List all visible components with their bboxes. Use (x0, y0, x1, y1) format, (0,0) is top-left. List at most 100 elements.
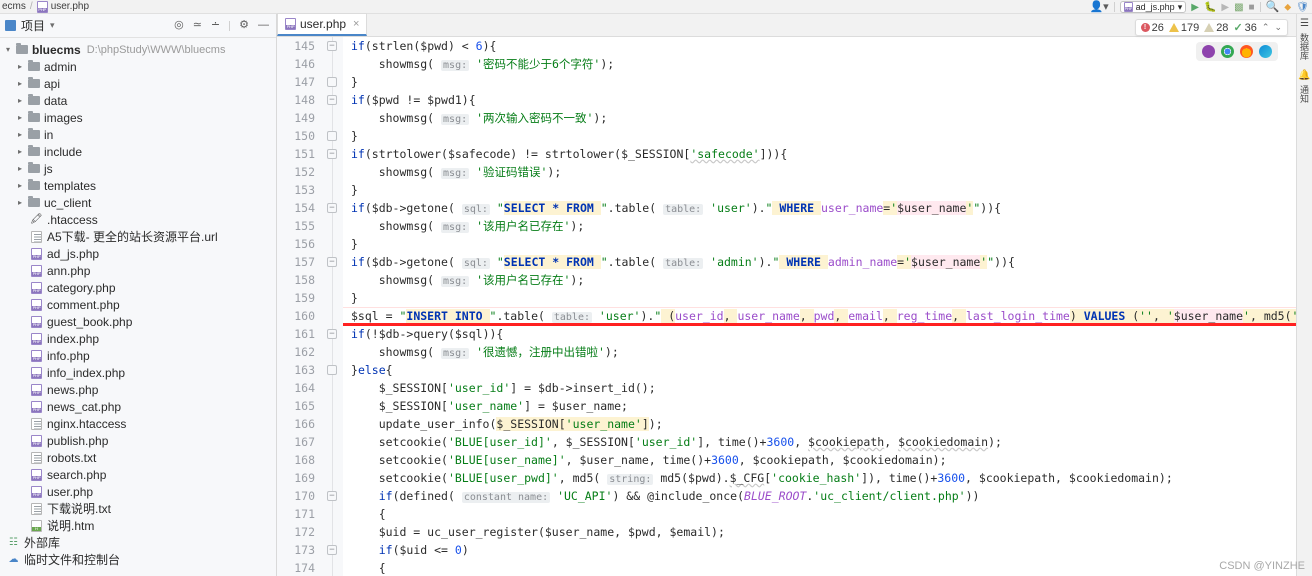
fold-end-icon[interactable] (327, 131, 337, 141)
tree-node-folder[interactable]: ▸ templates (0, 177, 276, 194)
chevron-right-icon[interactable]: ▸ (14, 164, 26, 173)
tree-node-file[interactable]: nginx.htaccess (0, 415, 276, 432)
chevron-right-icon[interactable]: ▸ (14, 96, 26, 105)
project-tree[interactable]: ▾ bluecms D:\phpStudy\WWW\bluecms ▸ admin… (0, 38, 276, 576)
tree-node-file[interactable]: robots.txt (0, 449, 276, 466)
browser-launch-bar[interactable] (1196, 42, 1278, 61)
tree-node-file[interactable]: PHP search.php (0, 466, 276, 483)
code-line[interactable]: if(strlen($pwd) < 6){ (351, 37, 1312, 55)
code-line[interactable]: if($uid <= 0) (351, 541, 1312, 559)
tree-node-file[interactable]: PHP comment.php (0, 296, 276, 313)
code-line[interactable]: showmsg( msg: '密码不能少于6个字符'); (351, 55, 1312, 73)
weak-warning-count-badge[interactable]: 28 (1204, 22, 1228, 34)
tree-node-file[interactable]: PHP info.php (0, 347, 276, 364)
chevron-right-icon[interactable]: ▸ (14, 181, 26, 190)
tree-node-file[interactable]: PHP news_cat.php (0, 398, 276, 415)
code-line[interactable]: if($db->getone( sql: "SELECT * FROM ".ta… (351, 199, 1312, 217)
inspection-widget[interactable]: ! 26 179 28 ✓ 36 ⌃ ⌄ (1134, 19, 1288, 36)
tree-node-folder[interactable]: ▸ api (0, 75, 276, 92)
fold-collapse-icon[interactable]: − (327, 95, 337, 105)
search-icon[interactable]: 🔍 (1266, 1, 1280, 13)
chevron-right-icon[interactable]: ▸ (14, 113, 26, 122)
code-line[interactable]: { (351, 505, 1312, 523)
chevron-right-icon[interactable]: ▸ (14, 62, 26, 71)
code-line[interactable]: if($pwd != $pwd1){ (351, 91, 1312, 109)
profile-icon[interactable]: ▩ (1234, 2, 1243, 13)
chevron-right-icon[interactable]: ▸ (14, 79, 26, 88)
chevron-right-icon[interactable]: ▸ (14, 147, 26, 156)
close-icon[interactable]: × (353, 18, 359, 30)
tree-node-folder[interactable]: ▸ js (0, 160, 276, 177)
tree-node-scratches[interactable]: ☁ 临时文件和控制台 (0, 551, 276, 568)
updates-icon[interactable]: ⬥ (1284, 2, 1291, 13)
code-line[interactable]: $_SESSION['user_id'] = $db->insert_id(); (351, 379, 1312, 397)
code-line[interactable]: showmsg( msg: '两次输入密码不一致'); (351, 109, 1312, 127)
expand-all-icon[interactable]: ≃ (193, 20, 202, 31)
tree-node-file[interactable]: PHP news.php (0, 381, 276, 398)
breadcrumb-project[interactable]: ecms (2, 1, 26, 12)
locate-icon[interactable]: ◎ (174, 20, 184, 31)
code-line[interactable]: if(defined( constant name: 'UC_API') && … (351, 487, 1312, 505)
code-line[interactable]: update_user_info($_SESSION['user_name'])… (351, 415, 1312, 433)
stop-icon[interactable]: ■ (1249, 2, 1255, 13)
firefox-dev-icon[interactable] (1202, 45, 1215, 58)
chevron-right-icon[interactable]: ▸ (14, 130, 26, 139)
bell-icon[interactable]: 🔔 (1298, 70, 1310, 81)
tree-node-file[interactable]: PHP ann.php (0, 262, 276, 279)
code-line[interactable]: if($db->getone( sql: "SELECT * FROM ".ta… (351, 253, 1312, 271)
collapse-all-icon[interactable]: ∸ (211, 20, 220, 31)
tree-node-file[interactable]: PHP user.php (0, 483, 276, 500)
code-line[interactable]: setcookie('BLUE[user_id]', $_SESSION['us… (351, 433, 1312, 451)
run-configuration-selector[interactable]: PHP ad_js.php ▾ (1119, 1, 1187, 13)
warning-count-badge[interactable]: 179 (1168, 22, 1199, 34)
database-icon[interactable]: ☰ (1300, 18, 1309, 29)
firefox-icon[interactable] (1240, 45, 1253, 58)
run-coverage-icon[interactable]: ▶ (1221, 2, 1229, 13)
tree-node-file[interactable]: PHP publish.php (0, 432, 276, 449)
chevron-down-icon[interactable]: ▾ (50, 20, 55, 31)
right-rail-item-notifications[interactable]: 通知 (1298, 85, 1311, 103)
right-rail-item-database[interactable]: 数据库 (1298, 33, 1311, 60)
previous-problem-icon[interactable]: ⌃ (1262, 22, 1270, 33)
code-line[interactable]: } (351, 127, 1312, 145)
tree-node-file[interactable]: PHP info_index.php (0, 364, 276, 381)
fold-collapse-icon[interactable]: − (327, 203, 337, 213)
run-icon[interactable]: ▶ (1191, 2, 1199, 13)
code-line[interactable]: } (351, 235, 1312, 253)
tree-node-external-libraries[interactable]: ☷ 外部库 (0, 534, 276, 551)
tree-node-file[interactable]: 🖍 .htaccess (0, 211, 276, 228)
next-problem-icon[interactable]: ⌄ (1274, 22, 1282, 33)
code-line[interactable]: }else{ (351, 361, 1312, 379)
tree-node-folder[interactable]: ▸ admin (0, 58, 276, 75)
tree-node-root[interactable]: ▾ bluecms D:\phpStudy\WWW\bluecms (0, 41, 276, 58)
edge-icon[interactable] (1259, 45, 1272, 58)
tree-node-file[interactable]: PHP ad_js.php (0, 245, 276, 262)
user-settings-icon[interactable]: 👤▾ (1089, 1, 1108, 13)
fold-collapse-icon[interactable]: − (327, 329, 337, 339)
code-line[interactable]: showmsg( msg: '很遗憾，注册中出错啦'); (351, 343, 1312, 361)
tree-node-folder[interactable]: ▸ uc_client (0, 194, 276, 211)
shield-icon[interactable]: 🛡 (1296, 2, 1309, 13)
code-line[interactable]: setcookie('BLUE[user_name]', $user_name,… (351, 451, 1312, 469)
tree-node-folder[interactable]: ▸ in (0, 126, 276, 143)
chrome-icon[interactable] (1221, 45, 1234, 58)
code-line[interactable]: setcookie('BLUE[user_pwd]', md5( string:… (351, 469, 1312, 487)
code-line[interactable]: showmsg( msg: '该用户名已存在'); (351, 271, 1312, 289)
tree-node-folder[interactable]: ▸ images (0, 109, 276, 126)
fold-collapse-icon[interactable]: − (327, 41, 337, 51)
tree-node-file[interactable]: PHP index.php (0, 330, 276, 347)
code-line[interactable]: if(strtolower($safecode) != strtolower($… (351, 145, 1312, 163)
breadcrumb-file-item[interactable]: PHP user.php (36, 0, 89, 13)
error-count-badge[interactable]: ! 26 (1140, 22, 1164, 34)
debug-icon[interactable]: 🐛 (1204, 2, 1216, 13)
tree-node-file[interactable]: A5下载- 更全的站长资源平台.url (0, 228, 276, 245)
code-line[interactable]: $uid = uc_user_register($user_name, $pwd… (351, 523, 1312, 541)
hide-icon[interactable]: — (258, 20, 269, 31)
tree-node-folder[interactable]: ▸ data (0, 92, 276, 109)
tree-node-file[interactable]: H 说明.htm (0, 517, 276, 534)
code-line[interactable]: $_SESSION['user_name'] = $user_name; (351, 397, 1312, 415)
code-line[interactable]: showmsg( msg: '验证码错误'); (351, 163, 1312, 181)
code-folding-gutter[interactable]: − − − − − − − − (321, 37, 343, 576)
tree-node-file[interactable]: PHP guest_book.php (0, 313, 276, 330)
tree-node-file[interactable]: 下载说明.txt (0, 500, 276, 517)
